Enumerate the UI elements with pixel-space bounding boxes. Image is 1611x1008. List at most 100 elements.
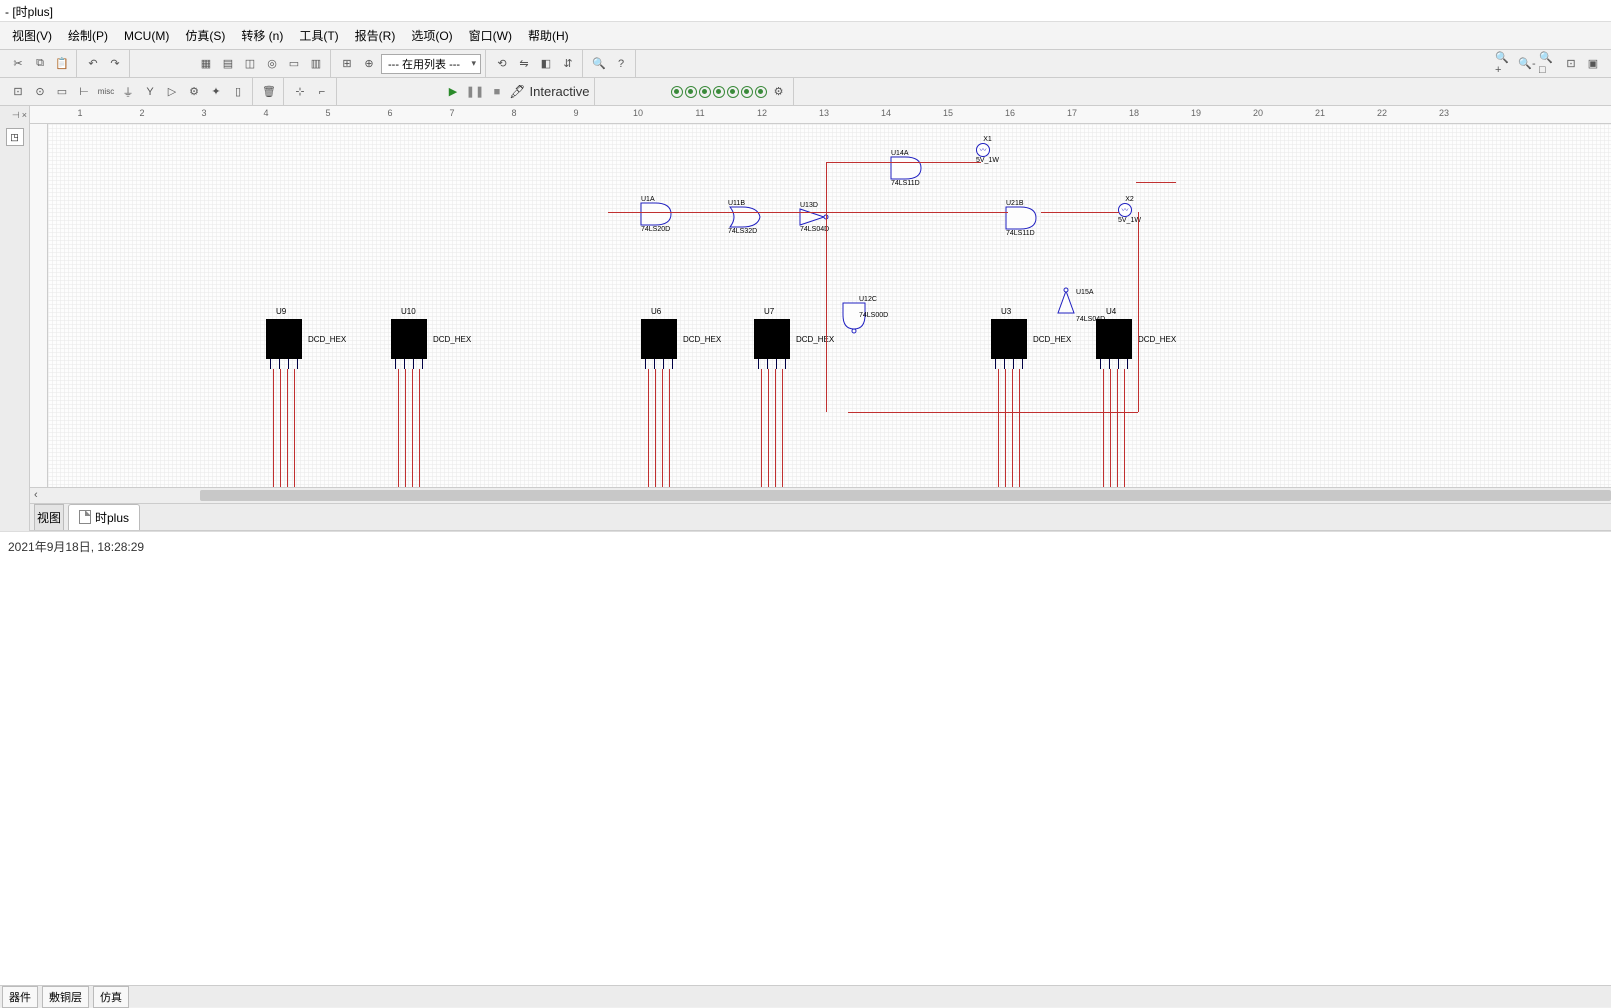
bottom-tab-sim[interactable]: 仿真 (93, 986, 129, 1008)
probe-v-icon[interactable] (671, 86, 683, 98)
place-icon[interactable]: ⊕ (359, 54, 379, 74)
sim-mode: 🖋 Interactive (509, 84, 590, 100)
wire (1136, 182, 1176, 183)
probe-ref: X2 (1118, 196, 1141, 203)
gate-U11B[interactable]: U11B 74LS32D (728, 200, 762, 235)
flip-h-icon[interactable]: ⇋ (514, 54, 534, 74)
gate-type: 74LS32D (728, 228, 762, 235)
hex-display-U9[interactable]: U9 DCD_HEX (266, 319, 302, 369)
comp-type: DCD_HEX (1138, 335, 1176, 344)
pane-pin-icon[interactable]: ⊣ (12, 110, 20, 121)
net-icon[interactable]: ◫ (240, 54, 260, 74)
gate-type: 74LS00D (859, 312, 888, 319)
list-icon[interactable]: ▥ (306, 54, 326, 74)
redo-icon[interactable]: ↷ (105, 54, 125, 74)
paste-icon[interactable]: 📋 (52, 54, 72, 74)
junction-icon[interactable]: ⊹ (290, 82, 310, 102)
copy-icon[interactable]: ⧉ (30, 54, 50, 74)
help-icon[interactable]: ? (611, 54, 631, 74)
wire (669, 369, 670, 487)
menu-options[interactable]: 选项(O) (403, 23, 460, 48)
diode-icon[interactable]: ▷ (162, 82, 182, 102)
antenna-icon[interactable]: Y (140, 82, 160, 102)
ruler-tick: 5 (318, 108, 338, 118)
gate-U12C[interactable]: U12C 74LS00D (843, 296, 888, 319)
sheet-icon[interactable]: ▦ (196, 54, 216, 74)
flip-v-icon[interactable]: ⇵ (558, 54, 578, 74)
menu-draw[interactable]: 绘制(P) (60, 23, 116, 48)
pane-controls: ⊣ × (0, 106, 29, 124)
delete-icon[interactable]: 🗑 (259, 82, 279, 102)
pause-icon[interactable]: ❚❚ (465, 82, 485, 102)
probe-gnd-icon[interactable] (755, 86, 767, 98)
inuse-combo[interactable]: --- 在用列表 --- (381, 54, 481, 74)
probe-d-icon[interactable] (713, 86, 725, 98)
cap-icon[interactable]: ⊢ (74, 82, 94, 102)
mirror-icon[interactable]: ◧ (536, 54, 556, 74)
zoom-out-icon[interactable]: 🔍- (1517, 54, 1537, 74)
menu-transfer[interactable]: 转移 (n) (233, 23, 291, 48)
menu-window[interactable]: 窗口(W) (461, 23, 520, 48)
gate-U13D[interactable]: U13D 74LS04D (800, 202, 829, 233)
probe-p-icon[interactable] (699, 86, 711, 98)
gate-U21B[interactable]: U21B 74LS11D (1006, 200, 1040, 237)
pane-close-icon[interactable]: × (22, 110, 27, 120)
left-pane: ⊣ × ◳ (0, 106, 30, 531)
probe-settings-icon[interactable]: ⚙ (769, 82, 789, 102)
zoom-area-icon[interactable]: 🔍□ (1539, 54, 1559, 74)
horizontal-scrollbar[interactable]: ‹ (30, 487, 1611, 503)
hex-display-U10[interactable]: U10 DCD_HEX (391, 319, 427, 369)
scroll-thumb[interactable] (200, 490, 1611, 501)
ground-icon[interactable]: ⏚ (118, 82, 138, 102)
gate-U15A[interactable]: U15A 74LS04D (1058, 289, 1074, 316)
hex-display-U4[interactable]: U4 DCD_HEX (1096, 319, 1132, 369)
grid-icon[interactable]: ▤ (218, 54, 238, 74)
menu-view[interactable]: 视图(V) (4, 23, 60, 48)
search-icon[interactable]: 🔍 (589, 54, 609, 74)
probe-ref-icon[interactable] (727, 86, 739, 98)
schematic-canvas[interactable]: U9 DCD_HEX U10 DCD_HEX U6 DCD_HEX (48, 124, 1611, 487)
graph-icon[interactable]: ▭ (284, 54, 304, 74)
gate-ref: U14A (891, 150, 925, 157)
probe-diff-icon[interactable] (741, 86, 753, 98)
misc-icon[interactable]: misc (96, 82, 116, 102)
menu-mcu[interactable]: MCU(M) (116, 25, 177, 47)
probe-X1[interactable]: X1 〰 5V_1W (976, 136, 999, 164)
play-icon[interactable]: ▶ (443, 82, 463, 102)
multimeter-icon[interactable]: ⊡ (8, 82, 28, 102)
gate-U1A[interactable]: U1A 74LS20D (641, 196, 675, 233)
rotate-icon[interactable]: ⟲ (492, 54, 512, 74)
hierarchy-icon[interactable]: ◳ (6, 128, 24, 146)
wire (848, 412, 1138, 413)
hex-display-U3[interactable]: U3 DCD_HEX (991, 319, 1027, 369)
probe-icon[interactable]: ⊙ (30, 82, 50, 102)
hex-display-U6[interactable]: U6 DCD_HEX (641, 319, 677, 369)
menu-help[interactable]: 帮助(H) (520, 23, 577, 48)
stop-icon[interactable]: ■ (487, 82, 507, 102)
menu-report[interactable]: 报告(R) (347, 23, 404, 48)
cut-icon[interactable]: ✂ (8, 54, 28, 74)
zoom-fit-icon[interactable]: ⊡ (1561, 54, 1581, 74)
scope-icon[interactable]: ◎ (262, 54, 282, 74)
component-icon[interactable]: ⊞ (337, 54, 357, 74)
chip-icon[interactable]: ▯ (228, 82, 248, 102)
zoom-in-icon[interactable]: 🔍+ (1495, 54, 1515, 74)
wire (998, 369, 999, 487)
tab-view-truncated[interactable]: 视图 (34, 504, 64, 530)
gate-U14A[interactable]: U14A 74LS11D (891, 150, 925, 187)
wire-icon[interactable]: ⌐ (312, 82, 332, 102)
trans-icon[interactable]: ✦ (206, 82, 226, 102)
undo-icon[interactable]: ↶ (83, 54, 103, 74)
bottom-tab-components[interactable]: 器件 (2, 986, 38, 1008)
probe-i-icon[interactable] (685, 86, 697, 98)
hex-display-U7[interactable]: U7 DCD_HEX (754, 319, 790, 369)
wire (1124, 369, 1125, 487)
menu-sim[interactable]: 仿真(S) (177, 23, 233, 48)
scroll-left-icon[interactable]: ‹ (34, 489, 38, 501)
fullscreen-icon[interactable]: ▣ (1583, 54, 1603, 74)
bottom-tab-copper[interactable]: 敷铜层 (42, 986, 89, 1008)
menu-tools[interactable]: 工具(T) (291, 23, 346, 48)
gear-icon[interactable]: ⚙ (184, 82, 204, 102)
tab-shiplus[interactable]: 时plus (68, 504, 140, 530)
resistor-icon[interactable]: ▭ (52, 82, 72, 102)
